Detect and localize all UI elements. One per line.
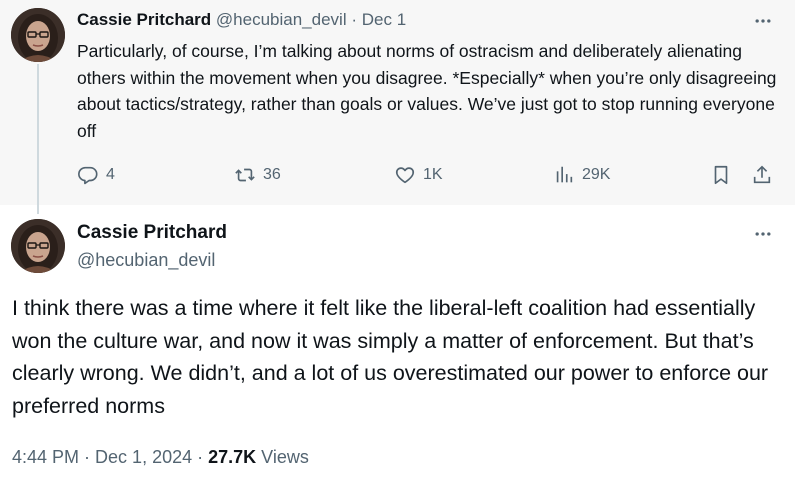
more-options-button[interactable] — [751, 9, 775, 33]
tweet-header: Cassie Pritchard @hecubian_devil · Dec 1 — [77, 9, 406, 31]
heart-icon — [395, 167, 415, 184]
avatar[interactable] — [11, 219, 65, 273]
views-label: Views — [256, 447, 309, 467]
thread-connector-line — [37, 64, 39, 214]
more-horizontal-icon — [755, 232, 771, 236]
share-icon — [753, 165, 771, 184]
tweet-text: Particularly, of course, I’m talking abo… — [77, 41, 777, 141]
reply-bubble-icon — [78, 166, 98, 185]
view-count: 29K — [582, 166, 611, 183]
repost-count: 36 — [263, 166, 281, 183]
more-horizontal-icon — [755, 19, 771, 23]
tweet-date[interactable]: Dec 1, 2024 — [95, 447, 192, 467]
parent-tweet[interactable]: Cassie Pritchard @hecubian_devil · Dec 1… — [0, 0, 795, 214]
tweet-action-bar: 4 36 1K 29K — [77, 160, 777, 190]
author-name[interactable]: Cassie Pritchard — [77, 221, 227, 245]
avatar-image — [11, 219, 65, 273]
avatar[interactable] — [11, 8, 65, 62]
meta-separator: · — [79, 447, 96, 467]
tweet-date[interactable]: Dec 1 — [362, 10, 406, 29]
reply-count: 4 — [106, 166, 115, 183]
author-name[interactable]: Cassie Pritchard — [77, 10, 211, 29]
avatar-image — [11, 8, 65, 62]
more-options-button[interactable] — [751, 222, 775, 246]
tweet-time[interactable]: 4:44 PM — [12, 447, 79, 467]
bookmark-icon — [714, 165, 728, 185]
repost-button[interactable]: 36 — [234, 160, 281, 190]
reply-button[interactable]: 4 — [77, 160, 115, 190]
bookmark-button[interactable] — [710, 160, 732, 190]
bar-chart-icon — [556, 166, 573, 183]
meta-separator: · — [192, 447, 209, 467]
author-handle[interactable]: @hecubian_devil — [77, 248, 215, 272]
repost-icon — [235, 168, 255, 182]
tweet-text: I think there was a time where it felt l… — [12, 296, 769, 418]
tweet-metadata: 4:44 PM · Dec 1, 2024 · 27.7K Views — [12, 444, 309, 470]
views-count: 27.7K — [208, 447, 257, 467]
header-separator: · — [351, 10, 358, 29]
like-button[interactable]: 1K — [394, 160, 443, 190]
author-handle[interactable]: @hecubian_devil — [216, 10, 347, 29]
views-button[interactable]: 29K — [553, 160, 610, 190]
share-button[interactable] — [751, 160, 773, 190]
like-count: 1K — [423, 166, 443, 183]
